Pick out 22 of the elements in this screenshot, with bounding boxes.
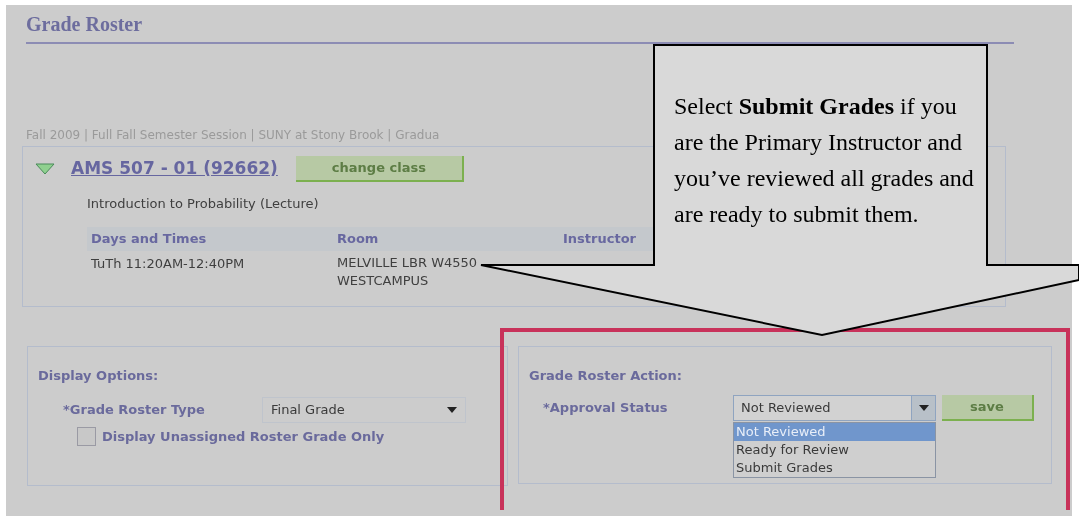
caret-icon (447, 407, 457, 413)
table-cell: MELVILLE LBR W4550 (337, 254, 478, 272)
callout-text: Select Submit Grades if you are the Primary Instructor and you’ve reviewed all grades and are ready to submit them. (674, 92, 975, 229)
table-cell-text: WESTCAMPUS (337, 272, 430, 290)
page-title: Grade Roster (26, 13, 143, 35)
dropdown-option[interactable]: Ready for Review (734, 441, 935, 459)
column-header: Instructor (563, 230, 636, 249)
column-header: Days and Times (91, 230, 208, 249)
dropdown-option[interactable]: Submit Grades (734, 459, 935, 477)
caret-icon (918, 405, 929, 411)
field-label: *Grade Roster Type (63, 401, 206, 420)
class-description: Introduction to Probability (Lecture) (87, 196, 319, 211)
checkbox-label: Display Unassigned Roster Grade Only (102, 428, 385, 446)
checkbox[interactable] (77, 427, 96, 447)
column-header: Room (337, 230, 380, 249)
approval-status-dropdown[interactable]: Not Reviewed (733, 395, 936, 421)
field-label: *Approval Status (543, 399, 669, 417)
table-cell-text: TuTh 11:20AM-12:40PM (91, 255, 246, 273)
panel-heading: Grade Roster Action: (529, 368, 682, 383)
collapse-triangle-icon[interactable] (35, 163, 55, 175)
panel-heading: Display Options: (38, 368, 159, 383)
roster-type-dropdown[interactable]: Final Grade (262, 397, 466, 423)
